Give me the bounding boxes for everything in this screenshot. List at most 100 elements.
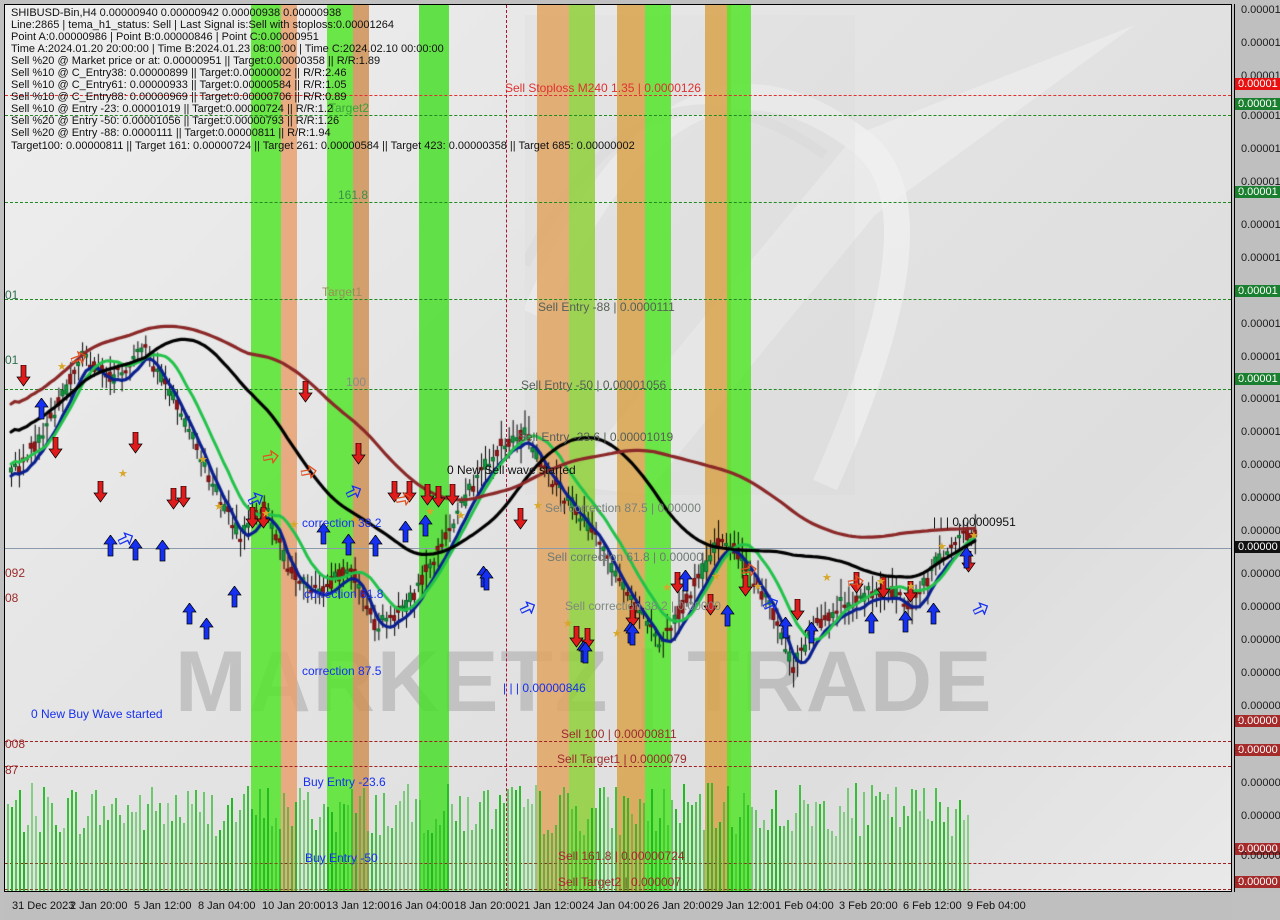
price-tick-17: 0.00000 [1241, 459, 1280, 471]
volume-bar [159, 802, 161, 891]
buy-arrow-24 [926, 603, 941, 625]
volume-bar [967, 815, 969, 891]
volume-bar [19, 789, 21, 891]
volume-bar [867, 825, 869, 891]
level-label-161-8: 161.8 [338, 188, 369, 202]
volume-bar [291, 826, 293, 891]
buy-arrow-18 [678, 570, 693, 592]
volume-bar [275, 817, 277, 891]
volume-bar [363, 788, 365, 891]
volume-bar [687, 801, 689, 891]
volume-bar [811, 825, 813, 891]
price-tick-0: 0.00001 [1241, 4, 1280, 16]
header-line-7: Sell %10 @ C_Entry88: 0.00000969 || Targ… [11, 91, 347, 104]
volume-bar [115, 797, 117, 891]
price-tick-32: 0.00000 [1235, 876, 1280, 888]
buy-arrow-6 [227, 586, 242, 608]
volume-bar [263, 818, 265, 891]
sell-arrow-14 [445, 484, 460, 506]
header-line-10: Sell %20 @ Entry -88: 0.0000111 || Targe… [11, 127, 331, 140]
volume-bar [199, 812, 201, 891]
star-marker: ★ [662, 582, 672, 594]
mt4-chart-window[interactable]: MARKETZ | TRADE ★★★★★★★★★★★★★★★★★★★★ Sel… [0, 0, 1280, 920]
price-tick-dash-32 [1235, 882, 1240, 883]
volume-bar [79, 834, 81, 891]
volume-bar [7, 804, 9, 891]
star-marker: ★ [456, 510, 466, 522]
hollow-sell-arrow [300, 464, 317, 480]
star-marker: ★ [425, 506, 435, 518]
volume-bar [239, 809, 241, 891]
volume-bar [39, 832, 41, 891]
star-marker: ★ [906, 581, 916, 593]
volume-bar [511, 787, 513, 891]
volume-bar [143, 829, 145, 891]
volume-bar [495, 808, 497, 891]
volume-bar [439, 824, 441, 891]
level-label-sell-entry-23-6: Sell Entry -23.6 | 0.00001019 [518, 430, 674, 444]
time-scale[interactable]: 31 Dec 2023 2 Jan 20:00 5 Jan 12:00 8 Jan 0… [4, 892, 1232, 920]
volume-bar [815, 802, 817, 891]
volume-bar [855, 783, 857, 891]
buy-arrow-13 [479, 569, 494, 591]
volume-bar [847, 787, 849, 891]
price-tick-23: 0.00000 [1241, 634, 1280, 646]
volume-bar [551, 833, 553, 891]
buy-arrow-8 [341, 534, 356, 556]
volume-bar [107, 820, 109, 891]
buy-arrow-1 [103, 535, 118, 557]
star-marker: ★ [876, 576, 886, 588]
volume-bar [899, 827, 901, 891]
volume-bar [327, 806, 329, 891]
time-tick-10: 26 Jan 20:00 [647, 900, 711, 912]
volume-bar [931, 821, 933, 891]
volume-bar [435, 819, 437, 891]
level-label-sell-correction-61-8: Sell correction 61.8 | 0.00000 [547, 550, 703, 564]
sell-arrow-21 [738, 575, 753, 597]
volume-bar [431, 832, 433, 891]
hollow-sell-arrow [262, 449, 279, 465]
volume-bar [891, 816, 893, 891]
price-tick-dash-8 [1235, 192, 1240, 193]
volume-bar [743, 793, 745, 891]
level-label-sell-entry-88: Sell Entry -88 | 0.0000111 [538, 300, 675, 314]
volume-bar [375, 795, 377, 891]
volume-bar [267, 788, 269, 891]
header-line-1: Line:2865 | tema_h1_status: Sell | Last … [11, 19, 395, 32]
volume-bar [943, 822, 945, 891]
star-marker: ★ [711, 571, 721, 583]
volume-bar [59, 832, 61, 891]
level-label-sell-correction-87-5: Sell correction 87.5 | 0.00000 [545, 501, 701, 515]
volume-bar [755, 809, 757, 891]
volume-bar [879, 791, 881, 891]
volume-bar [863, 791, 865, 891]
star-marker: ★ [822, 572, 832, 584]
price-tick-dash-27 [1235, 750, 1240, 751]
volume-bar [507, 789, 509, 891]
volume-bar [695, 802, 697, 891]
price-tick-9: 0.00001 [1241, 219, 1280, 231]
volume-bar [63, 828, 65, 891]
volume-bar [519, 786, 521, 891]
volume-bar [235, 822, 237, 891]
hollow-sell-arrow [395, 491, 412, 507]
volume-bar [919, 811, 921, 891]
volume-bar [103, 805, 105, 891]
price-tick-13: 0.00001 [1241, 351, 1280, 363]
price-tick-26: 0.00000 [1235, 715, 1280, 727]
volume-bar [751, 806, 753, 891]
sell-arrow-9 [351, 443, 366, 465]
volume-bar [939, 801, 941, 891]
chart-canvas-area[interactable]: MARKETZ | TRADE ★★★★★★★★★★★★★★★★★★★★ Sel… [4, 4, 1232, 892]
price-tick-dash-3 [1235, 84, 1240, 85]
volume-bar [295, 801, 297, 891]
level-label-point-b-price: | | | 0.00000846 [503, 681, 586, 695]
volume-bar [747, 805, 749, 891]
price-scale[interactable]: 0.00001 0.00001 0.00001 0.00001 0.00001 0.000… [1234, 4, 1280, 892]
buy-arrow-21 [804, 622, 819, 644]
volume-bar [187, 791, 189, 891]
volume-bar [903, 806, 905, 891]
volume-bar [487, 790, 489, 891]
level-label-sell-100: Sell 100 | 0.00000811 [561, 727, 677, 741]
price-tick-6: 0.00001 [1241, 143, 1280, 155]
